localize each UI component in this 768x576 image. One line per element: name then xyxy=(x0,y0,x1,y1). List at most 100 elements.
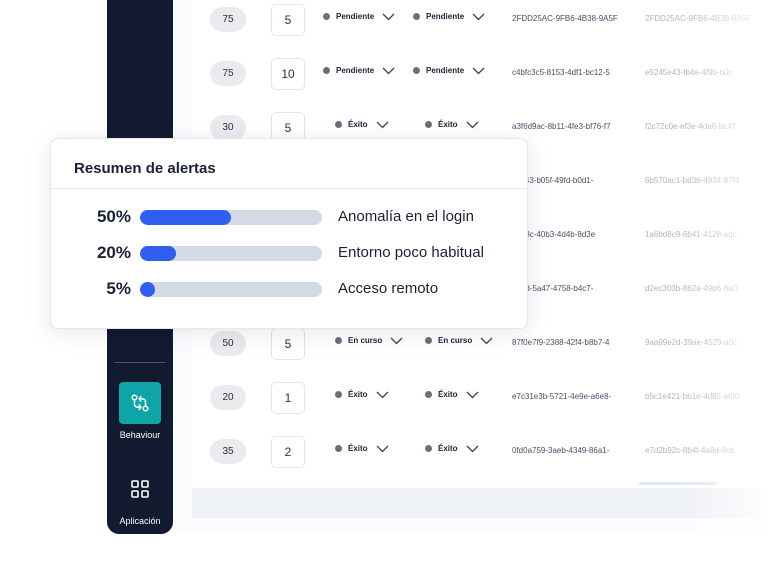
session-id: 87f0e7f9-2388-42f4-b8b7-4 xyxy=(512,338,610,347)
sidebar-item-label: Aplicación xyxy=(119,516,161,526)
status-dot-icon xyxy=(323,13,330,20)
sidebar-item-aplicacion[interactable]: Aplicación xyxy=(107,468,173,526)
sidebar-item-behaviour[interactable]: Behaviour xyxy=(107,382,173,440)
chevron-down-icon xyxy=(382,13,395,21)
status-dropdown[interactable]: Éxito xyxy=(425,444,479,453)
progress-bar-fill xyxy=(140,282,155,297)
status-label: Pendiente xyxy=(336,12,375,21)
status-label: Pendiente xyxy=(426,12,465,21)
table-row[interactable]: 75 5 Pendiente Pendiente 2FDD25AC-9FB6-4B38-… xyxy=(173,4,768,36)
chevron-down-icon xyxy=(466,391,479,399)
event-count-box: 5 xyxy=(271,4,305,36)
table-row[interactable]: 50 5 En curso En curso 87f0e7f9-2388-42f4-b8… xyxy=(173,328,768,360)
table-row[interactable]: 35 2 Éxito Éxito 0fd0a759-3aeb-4349-86a1- e7d… xyxy=(173,436,768,468)
risk-score-pill: 75 xyxy=(210,61,246,86)
chevron-down-icon xyxy=(472,67,485,75)
status-dot-icon xyxy=(425,121,432,128)
status-label: Éxito xyxy=(438,390,458,399)
chevron-down-icon xyxy=(376,391,389,399)
status-dot-icon xyxy=(335,391,342,398)
alert-percent: 50% xyxy=(96,207,131,226)
status-label: Pendiente xyxy=(336,66,375,75)
status-dropdown[interactable]: En curso xyxy=(425,336,493,345)
chevron-down-icon xyxy=(390,337,403,345)
status-dropdown[interactable]: Pendiente xyxy=(323,66,395,75)
alert-summary-card: Resumen de alertas 50% Anomalía en el log… xyxy=(50,138,528,329)
status-dropdown[interactable]: Pendiente xyxy=(323,12,395,21)
status-dropdown[interactable]: Éxito xyxy=(425,390,479,399)
alert-percent: 5% xyxy=(106,279,131,298)
sidebar-item-label: Behaviour xyxy=(119,430,161,440)
status-dot-icon xyxy=(335,445,342,452)
card-divider xyxy=(51,188,527,189)
session-id: 0fd0a759-3aeb-4349-86a1- xyxy=(512,446,610,455)
table-row[interactable]: 75 10 Pendiente Pendiente c4bfc3c5-8153-4df1… xyxy=(173,58,768,90)
status-label: Éxito xyxy=(348,390,368,399)
device-id: f2c72c0e-ef3e-4da6-bc47 xyxy=(645,122,737,131)
status-dropdown[interactable]: Éxito xyxy=(335,390,389,399)
event-count-box: 2 xyxy=(271,436,305,468)
device-id: 1a6bd8c9-6b41-4128-adc xyxy=(645,230,737,239)
event-count-box: 10 xyxy=(271,58,305,90)
status-label: Éxito xyxy=(348,444,368,453)
chevron-down-icon xyxy=(382,67,395,75)
alert-label: Anomalía en el login xyxy=(338,208,474,225)
session-id: e7c31e3b-5721-4e9e-a6e8- xyxy=(512,392,612,401)
event-count-box: 5 xyxy=(271,328,305,360)
alert-label: Acceso remoto xyxy=(338,280,439,297)
progress-bar-track xyxy=(140,246,322,261)
table-footer xyxy=(192,488,768,518)
status-dropdown[interactable]: Éxito xyxy=(335,444,389,453)
status-label: En curso xyxy=(348,336,383,345)
alert-row: 5% Acceso remoto xyxy=(51,277,527,301)
status-dot-icon xyxy=(335,337,342,344)
chevron-down-icon xyxy=(376,121,389,129)
status-dot-icon xyxy=(425,445,432,452)
session-id: a3f6d9ac-8b11-4fe3-bf76-f7 xyxy=(512,122,611,131)
progress-bar-track xyxy=(140,282,322,297)
chevron-down-icon xyxy=(472,13,485,21)
device-id: 2FDD25AC-9FB6-4B38-9A5F xyxy=(645,14,751,23)
status-label: Pendiente xyxy=(426,66,465,75)
device-id: 9aa99e2d-39ae-4529-a0c xyxy=(645,338,738,347)
card-title: Resumen de alertas xyxy=(74,160,216,177)
device-id: 6b570ac1-bd36-4934-97f4 xyxy=(645,176,740,185)
status-label: Éxito xyxy=(348,120,368,129)
risk-score-pill: 50 xyxy=(210,331,246,356)
alert-percent: 20% xyxy=(96,243,131,262)
device-id: e5245e43-fb4e-4f9b-b0c xyxy=(645,68,733,77)
status-dot-icon xyxy=(413,13,420,20)
chevron-down-icon xyxy=(466,445,479,453)
risk-score-pill: 35 xyxy=(210,439,246,464)
risk-score-pill: 20 xyxy=(210,385,246,410)
sidebar-divider xyxy=(115,362,165,363)
status-dot-icon xyxy=(425,391,432,398)
progress-bar-fill xyxy=(140,246,177,261)
risk-score-pill: 30 xyxy=(210,115,246,140)
status-label: Éxito xyxy=(438,120,458,129)
session-id: 2FDD25AC-9FB6-4B38-9A5F xyxy=(512,14,618,23)
status-dropdown[interactable]: Éxito xyxy=(335,120,389,129)
status-dot-icon xyxy=(335,121,342,128)
alert-row: 20% Entorno poco habitual xyxy=(51,241,527,265)
progress-bar-fill xyxy=(140,210,231,225)
risk-score-pill: 75 xyxy=(210,7,246,32)
status-dropdown[interactable]: Pendiente xyxy=(413,66,485,75)
event-count-box: 1 xyxy=(271,382,305,414)
status-dot-icon xyxy=(323,67,330,74)
status-dropdown[interactable]: Éxito xyxy=(425,120,479,129)
chevron-down-icon xyxy=(480,337,493,345)
alert-label: Entorno poco habitual xyxy=(338,244,484,261)
status-dropdown[interactable]: En curso xyxy=(335,336,403,345)
status-dropdown[interactable]: Pendiente xyxy=(413,12,485,21)
horizontal-scrollbar[interactable] xyxy=(639,482,717,485)
grid-icon xyxy=(119,468,161,510)
table-row[interactable]: 20 1 Éxito Éxito e7c31e3b-5721-4e9e-a6e8- b5c… xyxy=(173,382,768,414)
status-dot-icon xyxy=(425,337,432,344)
status-label: Éxito xyxy=(438,444,458,453)
status-label: En curso xyxy=(438,336,473,345)
chevron-down-icon xyxy=(376,445,389,453)
status-dot-icon xyxy=(413,67,420,74)
device-id: d2ec303b-862a-49b6-8a0 xyxy=(645,284,738,293)
device-id: e7d2b92c-8b4f-4a9d-9cb xyxy=(645,446,735,455)
